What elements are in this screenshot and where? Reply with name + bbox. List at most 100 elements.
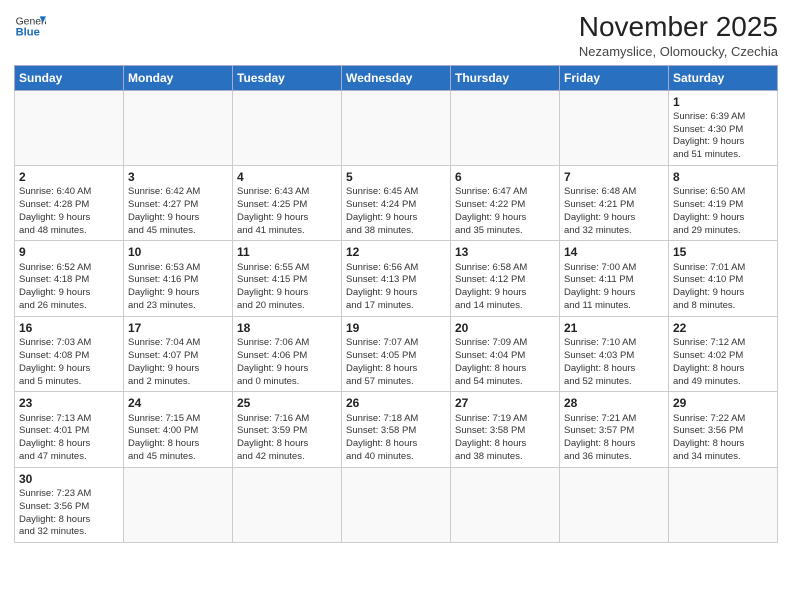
cell-content: 27Sunrise: 7:19 AM Sunset: 3:58 PM Dayli… xyxy=(455,395,555,463)
day-number: 6 xyxy=(455,169,555,185)
cell-content: 5Sunrise: 6:45 AM Sunset: 4:24 PM Daylig… xyxy=(346,169,446,237)
calendar-cell: 1Sunrise: 6:39 AM Sunset: 4:30 PM Daylig… xyxy=(669,90,778,165)
day-info: Sunrise: 6:40 AM Sunset: 4:28 PM Dayligh… xyxy=(19,186,91,235)
calendar-subtitle: Nezamyslice, Olomoucky, Czechia xyxy=(579,44,778,59)
calendar-cell: 23Sunrise: 7:13 AM Sunset: 4:01 PM Dayli… xyxy=(15,392,124,467)
day-info: Sunrise: 7:12 AM Sunset: 4:02 PM Dayligh… xyxy=(673,337,745,386)
day-number: 17 xyxy=(128,320,228,336)
day-number: 23 xyxy=(19,395,119,411)
calendar-header: SundayMondayTuesdayWednesdayThursdayFrid… xyxy=(15,65,778,90)
calendar-cell xyxy=(233,467,342,542)
day-info: Sunrise: 7:01 AM Sunset: 4:10 PM Dayligh… xyxy=(673,262,745,311)
calendar-cell xyxy=(560,467,669,542)
cell-content: 4Sunrise: 6:43 AM Sunset: 4:25 PM Daylig… xyxy=(237,169,337,237)
cell-content: 3Sunrise: 6:42 AM Sunset: 4:27 PM Daylig… xyxy=(128,169,228,237)
calendar-cell: 25Sunrise: 7:16 AM Sunset: 3:59 PM Dayli… xyxy=(233,392,342,467)
day-info: Sunrise: 7:23 AM Sunset: 3:56 PM Dayligh… xyxy=(19,488,91,537)
general-blue-logo-icon: General Blue xyxy=(14,10,46,42)
calendar-cell: 14Sunrise: 7:00 AM Sunset: 4:11 PM Dayli… xyxy=(560,241,669,316)
cell-content: 30Sunrise: 7:23 AM Sunset: 3:56 PM Dayli… xyxy=(19,471,119,539)
calendar-week-row: 2Sunrise: 6:40 AM Sunset: 4:28 PM Daylig… xyxy=(15,166,778,241)
day-info: Sunrise: 7:21 AM Sunset: 3:57 PM Dayligh… xyxy=(564,413,636,462)
calendar-cell xyxy=(451,90,560,165)
day-number: 5 xyxy=(346,169,446,185)
weekday-header-tuesday: Tuesday xyxy=(233,65,342,90)
day-info: Sunrise: 6:53 AM Sunset: 4:16 PM Dayligh… xyxy=(128,262,200,311)
day-info: Sunrise: 6:58 AM Sunset: 4:12 PM Dayligh… xyxy=(455,262,527,311)
cell-content: 2Sunrise: 6:40 AM Sunset: 4:28 PM Daylig… xyxy=(19,169,119,237)
day-info: Sunrise: 6:42 AM Sunset: 4:27 PM Dayligh… xyxy=(128,186,200,235)
weekday-header-sunday: Sunday xyxy=(15,65,124,90)
calendar-cell: 7Sunrise: 6:48 AM Sunset: 4:21 PM Daylig… xyxy=(560,166,669,241)
cell-content: 11Sunrise: 6:55 AM Sunset: 4:15 PM Dayli… xyxy=(237,244,337,312)
calendar-week-row: 30Sunrise: 7:23 AM Sunset: 3:56 PM Dayli… xyxy=(15,467,778,542)
cell-content: 19Sunrise: 7:07 AM Sunset: 4:05 PM Dayli… xyxy=(346,320,446,388)
calendar-cell: 30Sunrise: 7:23 AM Sunset: 3:56 PM Dayli… xyxy=(15,467,124,542)
cell-content: 17Sunrise: 7:04 AM Sunset: 4:07 PM Dayli… xyxy=(128,320,228,388)
cell-content: 21Sunrise: 7:10 AM Sunset: 4:03 PM Dayli… xyxy=(564,320,664,388)
calendar-cell: 11Sunrise: 6:55 AM Sunset: 4:15 PM Dayli… xyxy=(233,241,342,316)
weekday-header-saturday: Saturday xyxy=(669,65,778,90)
day-info: Sunrise: 6:39 AM Sunset: 4:30 PM Dayligh… xyxy=(673,111,745,160)
cell-content: 12 Sunrise: 6:56 AM Sunset: 4:13 PM Dayli… xyxy=(346,244,446,312)
day-number: 28 xyxy=(564,395,664,411)
calendar-cell: 15 Sunrise: 7:01 AM Sunset: 4:10 PM Dayli… xyxy=(669,241,778,316)
cell-content: 1Sunrise: 6:39 AM Sunset: 4:30 PM Daylig… xyxy=(673,94,773,162)
cell-content: 25Sunrise: 7:16 AM Sunset: 3:59 PM Dayli… xyxy=(237,395,337,463)
logo: General Blue xyxy=(14,10,46,42)
cell-content: 9Sunrise: 6:52 AM Sunset: 4:18 PM Daylig… xyxy=(19,244,119,312)
day-info: Sunrise: 6:55 AM Sunset: 4:15 PM Dayligh… xyxy=(237,262,309,311)
day-number: 10 xyxy=(128,244,228,260)
calendar-cell: 5Sunrise: 6:45 AM Sunset: 4:24 PM Daylig… xyxy=(342,166,451,241)
cell-content: 23Sunrise: 7:13 AM Sunset: 4:01 PM Dayli… xyxy=(19,395,119,463)
day-number: 29 xyxy=(673,395,773,411)
weekday-header-monday: Monday xyxy=(124,65,233,90)
weekday-header-row: SundayMondayTuesdayWednesdayThursdayFrid… xyxy=(15,65,778,90)
day-number: 12 xyxy=(346,244,446,260)
page: General Blue November 2025 Nezamyslice, … xyxy=(0,0,792,612)
calendar-cell: 18Sunrise: 7:06 AM Sunset: 4:06 PM Dayli… xyxy=(233,316,342,391)
day-info: Sunrise: 6:47 AM Sunset: 4:22 PM Dayligh… xyxy=(455,186,527,235)
calendar-title: November 2025 xyxy=(579,10,778,44)
day-number: 25 xyxy=(237,395,337,411)
calendar-cell: 10 Sunrise: 6:53 AM Sunset: 4:16 PM Dayli… xyxy=(124,241,233,316)
day-info: Sunrise: 7:19 AM Sunset: 3:58 PM Dayligh… xyxy=(455,413,527,462)
cell-content: 7Sunrise: 6:48 AM Sunset: 4:21 PM Daylig… xyxy=(564,169,664,237)
calendar-cell: 17Sunrise: 7:04 AM Sunset: 4:07 PM Dayli… xyxy=(124,316,233,391)
calendar-cell xyxy=(124,90,233,165)
calendar-cell xyxy=(560,90,669,165)
calendar-week-row: 16Sunrise: 7:03 AM Sunset: 4:08 PM Dayli… xyxy=(15,316,778,391)
weekday-header-thursday: Thursday xyxy=(451,65,560,90)
title-block: November 2025 Nezamyslice, Olomoucky, Cz… xyxy=(579,10,778,59)
day-number: 20 xyxy=(455,320,555,336)
calendar-cell: 20Sunrise: 7:09 AM Sunset: 4:04 PM Dayli… xyxy=(451,316,560,391)
cell-content: 8Sunrise: 6:50 AM Sunset: 4:19 PM Daylig… xyxy=(673,169,773,237)
day-number: 8 xyxy=(673,169,773,185)
cell-content: 10 Sunrise: 6:53 AM Sunset: 4:16 PM Dayli… xyxy=(128,244,228,312)
cell-content: 18Sunrise: 7:06 AM Sunset: 4:06 PM Dayli… xyxy=(237,320,337,388)
calendar-week-row: 9Sunrise: 6:52 AM Sunset: 4:18 PM Daylig… xyxy=(15,241,778,316)
day-info: Sunrise: 7:04 AM Sunset: 4:07 PM Dayligh… xyxy=(128,337,200,386)
cell-content: 6Sunrise: 6:47 AM Sunset: 4:22 PM Daylig… xyxy=(455,169,555,237)
cell-content: 28 Sunrise: 7:21 AM Sunset: 3:57 PM Dayli… xyxy=(564,395,664,463)
calendar-cell: 22Sunrise: 7:12 AM Sunset: 4:02 PM Dayli… xyxy=(669,316,778,391)
day-number: 22 xyxy=(673,320,773,336)
day-number: 7 xyxy=(564,169,664,185)
day-number: 14 xyxy=(564,244,664,260)
day-number: 15 xyxy=(673,244,773,260)
calendar-body: 1Sunrise: 6:39 AM Sunset: 4:30 PM Daylig… xyxy=(15,90,778,543)
day-info: Sunrise: 7:03 AM Sunset: 4:08 PM Dayligh… xyxy=(19,337,91,386)
cell-content: 20Sunrise: 7:09 AM Sunset: 4:04 PM Dayli… xyxy=(455,320,555,388)
day-number: 21 xyxy=(564,320,664,336)
day-info: Sunrise: 6:48 AM Sunset: 4:21 PM Dayligh… xyxy=(564,186,636,235)
cell-content: 24Sunrise: 7:15 AM Sunset: 4:00 PM Dayli… xyxy=(128,395,228,463)
calendar-cell: 24Sunrise: 7:15 AM Sunset: 4:00 PM Dayli… xyxy=(124,392,233,467)
cell-content: 16Sunrise: 7:03 AM Sunset: 4:08 PM Dayli… xyxy=(19,320,119,388)
calendar-cell: 3Sunrise: 6:42 AM Sunset: 4:27 PM Daylig… xyxy=(124,166,233,241)
weekday-header-wednesday: Wednesday xyxy=(342,65,451,90)
calendar-cell: 4Sunrise: 6:43 AM Sunset: 4:25 PM Daylig… xyxy=(233,166,342,241)
calendar-cell xyxy=(669,467,778,542)
day-number: 19 xyxy=(346,320,446,336)
day-info: Sunrise: 6:56 AM Sunset: 4:13 PM Dayligh… xyxy=(346,262,418,311)
header: General Blue November 2025 Nezamyslice, … xyxy=(14,10,778,59)
